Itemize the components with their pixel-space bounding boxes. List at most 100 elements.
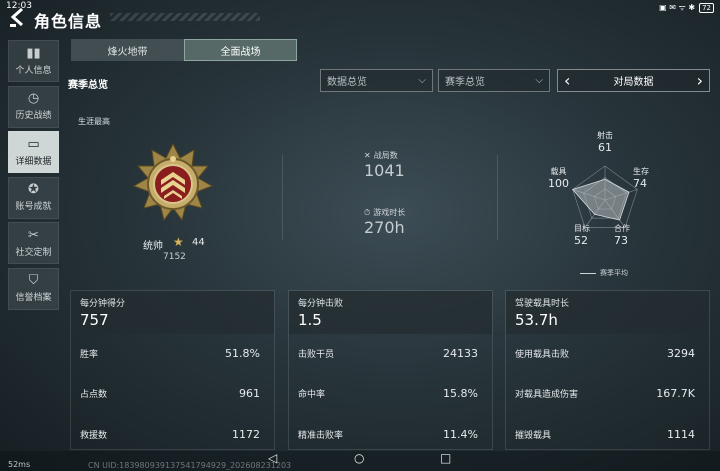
stat-value: 11.4%: [443, 427, 478, 441]
rank-name: 统帅: [143, 241, 163, 252]
stat-value: 1114: [667, 427, 695, 441]
stopwatch-icon: ⏱: [364, 207, 371, 217]
page-title: 角色信息: [34, 12, 103, 31]
dropdown-value: 数据总览: [327, 77, 367, 88]
data-overview-dropdown[interactable]: 数据总览 ⌵: [320, 69, 433, 92]
arrow-back-icon[interactable]: [8, 6, 30, 33]
season-overview-dropdown[interactable]: 赛季总览 ⌵: [438, 69, 550, 92]
clock-icon: ◷: [27, 91, 40, 106]
wrench-icon: ✂: [28, 227, 39, 243]
bar-chart-icon: ▮▮: [26, 45, 41, 61]
radar-chart: 射击 61 生存 74 合作 73 目标 52 载具 100: [540, 124, 670, 260]
sidebar-item-detailed-data[interactable]: ▭ 详细数据: [8, 131, 59, 173]
stat-row: 救援数 1172: [71, 420, 274, 448]
stat-label: 击败干员: [298, 349, 335, 360]
sidebar-item-achievements[interactable]: ✪ 账号成就: [8, 176, 59, 219]
stat-value: 24133: [443, 346, 478, 360]
nav-back-icon[interactable]: ◁: [268, 451, 277, 465]
system-icons: ▣ ✉ ᯤ ✱ 72: [659, 2, 714, 13]
career-best-label: 生涯最高: [78, 117, 110, 126]
sidebar-item-label: 详细数据: [15, 156, 52, 167]
stat-row: 摧毁载具 1114: [506, 420, 709, 448]
rank-level: 44: [192, 237, 205, 248]
radar-label: 载具: [550, 167, 567, 176]
radar-axis-vehicle: 载具 100: [548, 166, 569, 190]
stat-label: 占点数: [80, 389, 108, 400]
radar-value: 61: [598, 141, 612, 154]
stat-row: 精准击败率 11.4%: [289, 420, 492, 448]
stat-value: 961: [239, 386, 260, 400]
signal-icons: ▣ ✉ ᯤ ✱: [659, 3, 696, 12]
stat-label: 救援数: [80, 430, 108, 441]
playtime-label-text: 游戏时长: [373, 208, 406, 217]
sidebar-item-personal-info[interactable]: ▮▮ 个人信息: [8, 40, 59, 82]
match-data-selector: ‹ 对局数据 ›: [557, 69, 710, 92]
chevron-right-icon[interactable]: ›: [697, 71, 703, 90]
radar-axis-shooting: 射击 61: [595, 130, 615, 154]
sidebar-item-label: 个人信息: [15, 65, 52, 76]
sidebar-item-social[interactable]: ✂ 社交定制: [8, 222, 59, 264]
tab-hazard-zone[interactable]: 烽火地带: [71, 39, 184, 61]
tab-all-out-warfare[interactable]: 全面战场: [184, 39, 297, 61]
stats-panel-score: 每分钟得分 757 胜率 51.8% 占点数 961 救援数 1172: [70, 290, 275, 450]
radar-axis-survival: 生存 74: [633, 166, 649, 190]
panel-header: 每分钟得分 757: [71, 291, 274, 334]
user-uid: CN UID:183980939137541794929_20260823120…: [88, 461, 292, 470]
rank-points: 7152: [163, 252, 186, 262]
rank-badge-icon: [132, 142, 214, 224]
stats-panel-kills: 每分钟击败 1.5 击败干员 24133 命中率 15.8% 精准击败率 11.…: [288, 290, 493, 450]
radar-value-shape: [571, 178, 630, 221]
panel-label: 每分钟得分: [80, 299, 126, 309]
panel-header: 每分钟击败 1.5: [289, 291, 492, 334]
radar-label: 目标: [574, 224, 590, 233]
battles-label-text: 战局数: [373, 151, 398, 160]
stat-label: 使用载具击败: [515, 349, 570, 360]
stat-label: 对载具造成伤害: [515, 389, 579, 400]
chevron-down-icon: ⌵: [535, 75, 543, 86]
nav-home-icon[interactable]: ○: [354, 451, 364, 465]
radar-axis-teamwork: 合作 73: [614, 223, 630, 247]
stat-label: 命中率: [298, 389, 326, 400]
stat-row: 对载具造成伤害 167.7K: [506, 379, 709, 407]
radar-axis-objective: 目标 52: [574, 223, 590, 247]
stats-panel-vehicle: 驾驶载具时长 53.7h 使用载具击败 3294 对载具造成伤害 167.7K …: [505, 290, 710, 450]
sidebar-item-history[interactable]: ◷ 历史战绩: [8, 85, 59, 128]
shield-icon: ⛉: [28, 273, 39, 288]
section-title: 赛季总览: [68, 80, 108, 91]
sidebar-item-reputation[interactable]: ⛉ 信誉档案: [8, 267, 59, 310]
stat-row: 命中率 15.8%: [289, 379, 492, 407]
radar-label: 射击: [597, 131, 613, 140]
dropdown-value: 赛季总览: [445, 77, 485, 88]
divider: [282, 155, 283, 240]
radar-value: 74: [633, 177, 647, 190]
match-data-label: 对局数据: [613, 77, 654, 88]
playtime-value: 270h: [364, 218, 405, 237]
crossed-swords-icon: ✕: [364, 151, 371, 160]
stat-label: 摧毁载具: [515, 430, 552, 441]
stat-value: 15.8%: [443, 386, 478, 400]
legend-label: 赛季平均: [600, 269, 628, 277]
stat-value: 167.7K: [656, 386, 695, 400]
stat-value: 3294: [667, 346, 695, 360]
radar-value: 52: [574, 234, 588, 247]
chevron-left-icon[interactable]: ‹: [564, 71, 570, 90]
divider: [497, 155, 498, 240]
radar-legend: 赛季平均: [580, 268, 628, 278]
panel-value: 757: [80, 311, 109, 329]
stat-label: 胜率: [80, 349, 99, 360]
radar-value: 73: [614, 234, 628, 247]
sidebar: ▮▮ 个人信息 ◷ 历史战绩 ▭ 详细数据 ✪ 账号成就 ✂ 社交定制 ⛉ 信誉…: [8, 40, 59, 313]
chevron-down-icon: ⌵: [418, 75, 426, 86]
stat-row: 胜率 51.8%: [71, 339, 274, 367]
sidebar-item-label: 社交定制: [15, 247, 52, 258]
medal-icon: ✪: [28, 182, 39, 197]
playtime-label: ⏱ 游戏时长: [364, 207, 405, 218]
panel-label: 每分钟击败: [298, 299, 344, 309]
star-icon: ★: [173, 235, 184, 249]
nav-recent-icon[interactable]: □: [440, 451, 451, 465]
battles-value: 1041: [364, 161, 405, 180]
stat-value: 51.8%: [225, 346, 260, 360]
ping-indicator: 52ms: [8, 460, 31, 469]
stat-value: 1172: [232, 427, 260, 441]
radar-value: 100: [548, 177, 569, 190]
